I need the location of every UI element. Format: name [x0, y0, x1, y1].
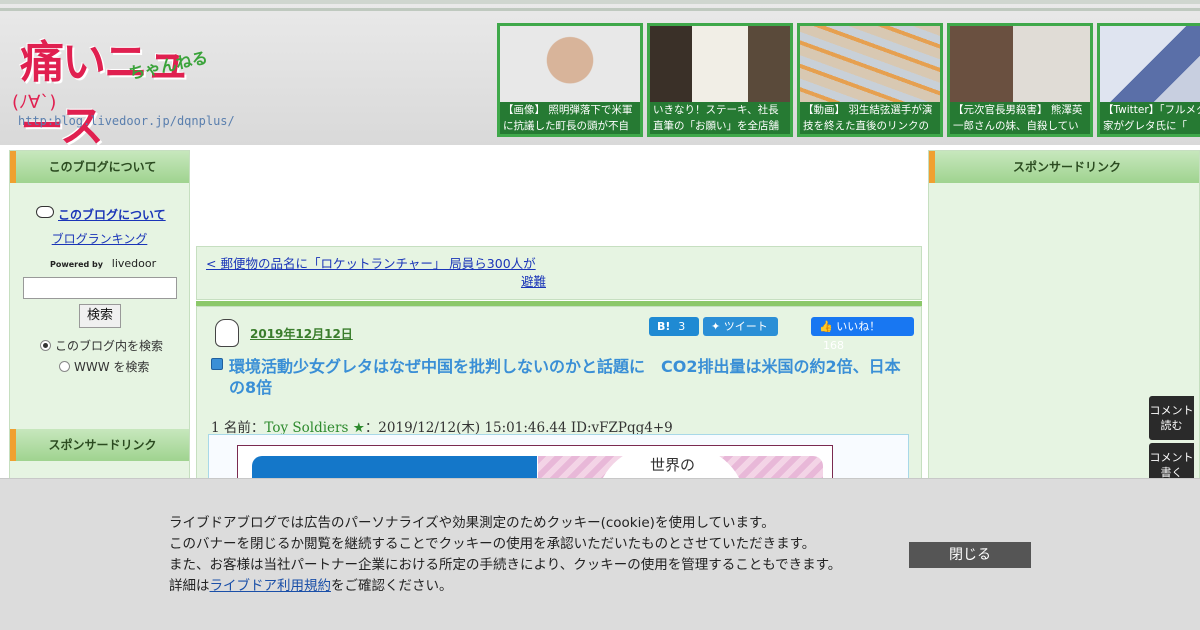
blog-ranking-link[interactable]: ブログランキング	[10, 230, 189, 247]
thumbnail-item[interactable]: 【元次官長男殺害】 熊澤英一郎さんの妹、自殺してい	[947, 23, 1093, 137]
thumbnail-item[interactable]: 【Twitter】「フルメタ」作家がグレタ氏に「	[1097, 23, 1200, 137]
livedoor-logo-text: livedoor	[111, 257, 157, 270]
thumbnail-item[interactable]: いきなり！ステーキ、社長直筆の「お願い」を全店舗	[647, 23, 793, 137]
radio-unselected-icon	[59, 361, 70, 372]
logo-face-text: (ﾉ∀`)	[12, 92, 57, 113]
thumbnail-image	[950, 26, 1090, 102]
prev-article-nav: < 郵便物の品名に「ロケットランチャー」 局員ら300人が 避難	[196, 246, 922, 300]
search-button[interactable]: 検索	[79, 304, 121, 328]
about-link[interactable]: このブログについて	[58, 206, 166, 223]
thumbnail-image	[650, 26, 790, 102]
cookie-banner: ライブドアブログでは広告のパーソナライズや効果測定のためクッキー(cookie)…	[0, 478, 1200, 630]
thumbnail-item[interactable]: 【画像】 照明弾落下で米軍に抗議した町長の頭が不自	[497, 23, 643, 137]
hatena-icon: B!	[657, 320, 671, 333]
article-date[interactable]: 2019年12月12日	[250, 325, 353, 342]
prev-link-line1: < 郵便物の品名に「ロケットランチャー」 局員ら300人が	[206, 256, 536, 271]
facebook-like-button[interactable]: 👍 いいね！ 168	[811, 317, 914, 352]
tweet-label: ツイート	[723, 320, 768, 333]
logo-url-text: http:blog.livedoor.jp/dqnplus/	[18, 114, 235, 128]
read-comments-tab[interactable]: コメント読む	[1149, 396, 1194, 440]
cookie-line-1: ライブドアブログでは広告のパーソナライズや効果測定のためクッキー(cookie)…	[169, 515, 775, 531]
radio-www-label: WWW を検索	[74, 360, 150, 374]
thumbnail-caption: 【Twitter】「フルメタ」作家がグレタ氏に「	[1100, 102, 1200, 134]
thumbnail-item[interactable]: 【動画】 羽生結弦選手が演技を終えた直後のリンクの	[797, 23, 943, 137]
search-input[interactable]	[23, 277, 177, 299]
twitter-bird-icon: ✦	[711, 320, 721, 333]
cookie-line-3: また、お客様は当社パートナー企業における所定の手続きにより、クッキーの使用を管理…	[169, 557, 842, 573]
powered-by-text: Powered by	[50, 260, 103, 269]
sponsor-heading-left: スポンサードリンク	[10, 429, 189, 461]
thumbnail-image	[1100, 26, 1200, 102]
image-caption-text: 世界の	[650, 456, 696, 474]
terms-link[interactable]: ライブドア利用規約	[210, 578, 332, 594]
cookie-notice-text: ライブドアブログでは広告のパーソナライズや効果測定のためクッキー(cookie)…	[169, 513, 889, 597]
radio-selected-icon	[40, 340, 51, 351]
thumbnail-image	[500, 26, 640, 102]
like-count: 168	[823, 339, 844, 352]
prev-article-link[interactable]: < 郵便物の品名に「ロケットランチャー」 局員ら300人が 避難	[206, 255, 546, 291]
post-header: 1 名前：Toy Soldiers ★：2019/12/12(木) 15:01:…	[211, 416, 673, 436]
cookie-close-button[interactable]: 閉じる	[909, 542, 1031, 568]
cookie-line-4: 詳細はライブドア利用規約をご確認ください。	[169, 576, 889, 597]
article-title[interactable]: 環境活動少女グレタはなぜ中国を批判しないのかと話題に CO2排出量は米国の約2倍…	[229, 356, 905, 398]
tweet-button[interactable]: ✦ ツイート	[703, 317, 778, 336]
cookie-line-4-prefix: 詳細は	[169, 578, 210, 594]
thumbs-up-icon: 👍	[819, 320, 833, 333]
hatena-bookmark-button[interactable]: B! 3	[649, 317, 699, 336]
mascot-icon	[215, 319, 239, 347]
about-heading: このブログについて	[10, 151, 189, 183]
radio-search-blog[interactable]: このブログ内を検索	[40, 337, 163, 354]
radio-blog-label: このブログ内を検索	[55, 339, 164, 353]
site-header: 痛いニュース ちゃんねる (ﾉ∀`) http:blog.livedoor.jp…	[0, 0, 1200, 152]
thumbnail-caption: 【画像】 照明弾落下で米軍に抗議した町長の頭が不自	[500, 102, 640, 134]
ad-space	[195, 150, 923, 240]
featured-thumbnails: 【画像】 照明弾落下で米軍に抗議した町長の頭が不自 いきなり！ステーキ、社長直筆…	[497, 23, 1200, 137]
hatena-count: 3	[678, 320, 686, 333]
thumbnail-caption: いきなり！ステーキ、社長直筆の「お願い」を全店舗	[650, 102, 790, 134]
cookie-line-4-suffix: をご確認ください。	[331, 578, 453, 594]
site-logo[interactable]: 痛いニュース ちゃんねる (ﾉ∀`) http:blog.livedoor.jp…	[8, 24, 235, 152]
sponsor-heading-right: スポンサードリンク	[929, 151, 1199, 183]
thumbnail-caption: 【動画】 羽生結弦選手が演技を終えた直後のリンクの	[800, 102, 940, 134]
cookie-line-2: このバナーを閉じるか閲覧を継続することでクッキーの使用を承認いただいたものとさせ…	[169, 536, 816, 552]
thumbnail-image	[800, 26, 940, 102]
radio-search-www[interactable]: WWW を検索	[59, 358, 149, 375]
powered-by-livedoor[interactable]: Powered by livedoor	[50, 257, 156, 270]
mascot-icon	[36, 206, 54, 218]
prev-link-line2: 避難	[520, 274, 546, 289]
like-label: いいね！	[836, 320, 881, 333]
thumbnail-caption: 【元次官長男殺害】 熊澤英一郎さんの妹、自殺してい	[950, 102, 1090, 134]
article-title-icon	[211, 358, 223, 370]
